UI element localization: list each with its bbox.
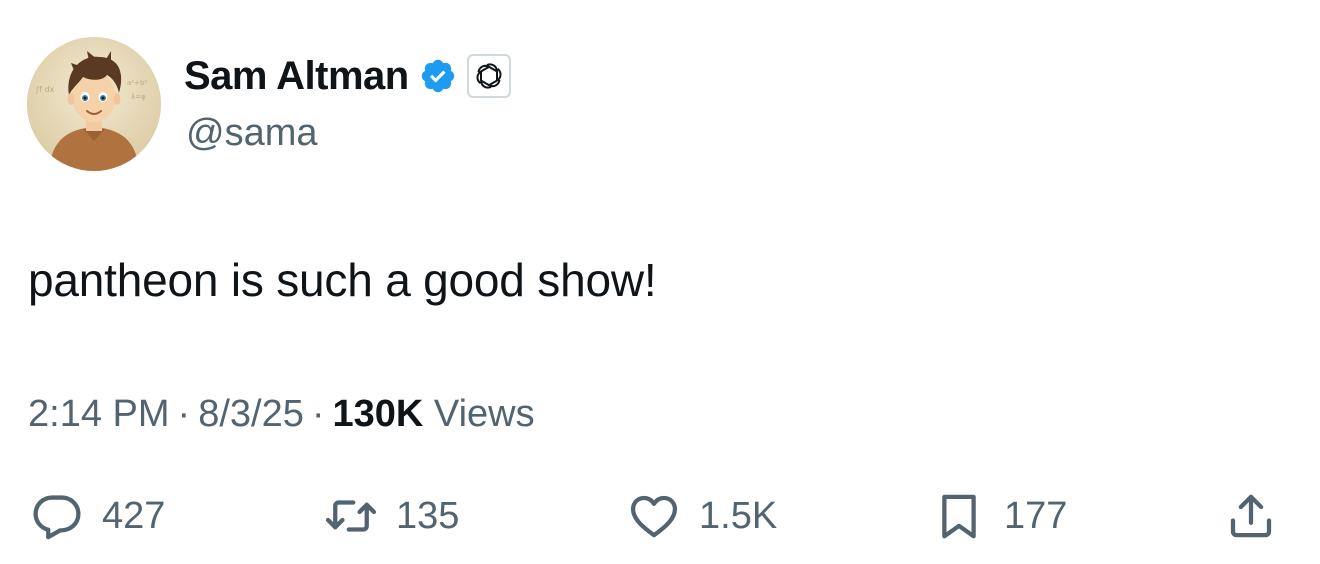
meta-separator: · <box>311 393 325 435</box>
meta-separator: · <box>177 393 191 435</box>
tweet-time[interactable]: 2:14 PM <box>28 393 170 435</box>
svg-text:λ=φ: λ=φ <box>131 93 146 101</box>
cartoon-avatar-icon: ∫f dx a²+b² λ=φ <box>27 37 161 171</box>
verified-badge-icon[interactable] <box>419 57 457 95</box>
like-button[interactable]: 1.5K <box>627 484 777 548</box>
reply-icon <box>33 495 81 540</box>
views-count: 130K <box>332 393 424 435</box>
share-icon <box>1230 494 1272 538</box>
bookmark-count: 177 <box>1004 494 1068 537</box>
retweet-count: 135 <box>396 494 460 537</box>
views-label: Views <box>433 393 535 435</box>
openai-logo-icon[interactable] <box>466 54 511 98</box>
bookmark-button[interactable]: 177 <box>932 484 1067 548</box>
author-handle[interactable]: @sama <box>186 110 318 156</box>
tweet-actions: 427 135 1.5K 177 <box>0 484 1320 548</box>
heart-icon <box>630 495 678 538</box>
author-display-name[interactable]: Sam Altman <box>184 52 409 100</box>
tweet-card: ∫f dx a²+b² λ=φ Sam Altman @sama pantheo… <box>0 0 1320 564</box>
like-count: 1.5K <box>699 494 778 537</box>
tweet-text: pantheon is such a good show! <box>28 254 657 306</box>
avatar[interactable]: ∫f dx a²+b² λ=φ <box>27 37 161 171</box>
retweet-icon <box>325 500 377 532</box>
reply-count: 427 <box>102 494 166 537</box>
share-button[interactable] <box>1224 484 1278 548</box>
tweet-meta: 2:14 PM · 8/3/25 · 130K Views <box>28 390 535 438</box>
retweet-button[interactable]: 135 <box>324 484 459 548</box>
reply-button[interactable]: 427 <box>30 484 165 548</box>
author-name-row: Sam Altman <box>184 52 511 100</box>
svg-text:∫f dx: ∫f dx <box>35 85 55 94</box>
svg-text:a²+b²: a²+b² <box>127 79 147 87</box>
tweet-date[interactable]: 8/3/25 <box>198 393 304 435</box>
bookmark-icon <box>942 494 976 539</box>
